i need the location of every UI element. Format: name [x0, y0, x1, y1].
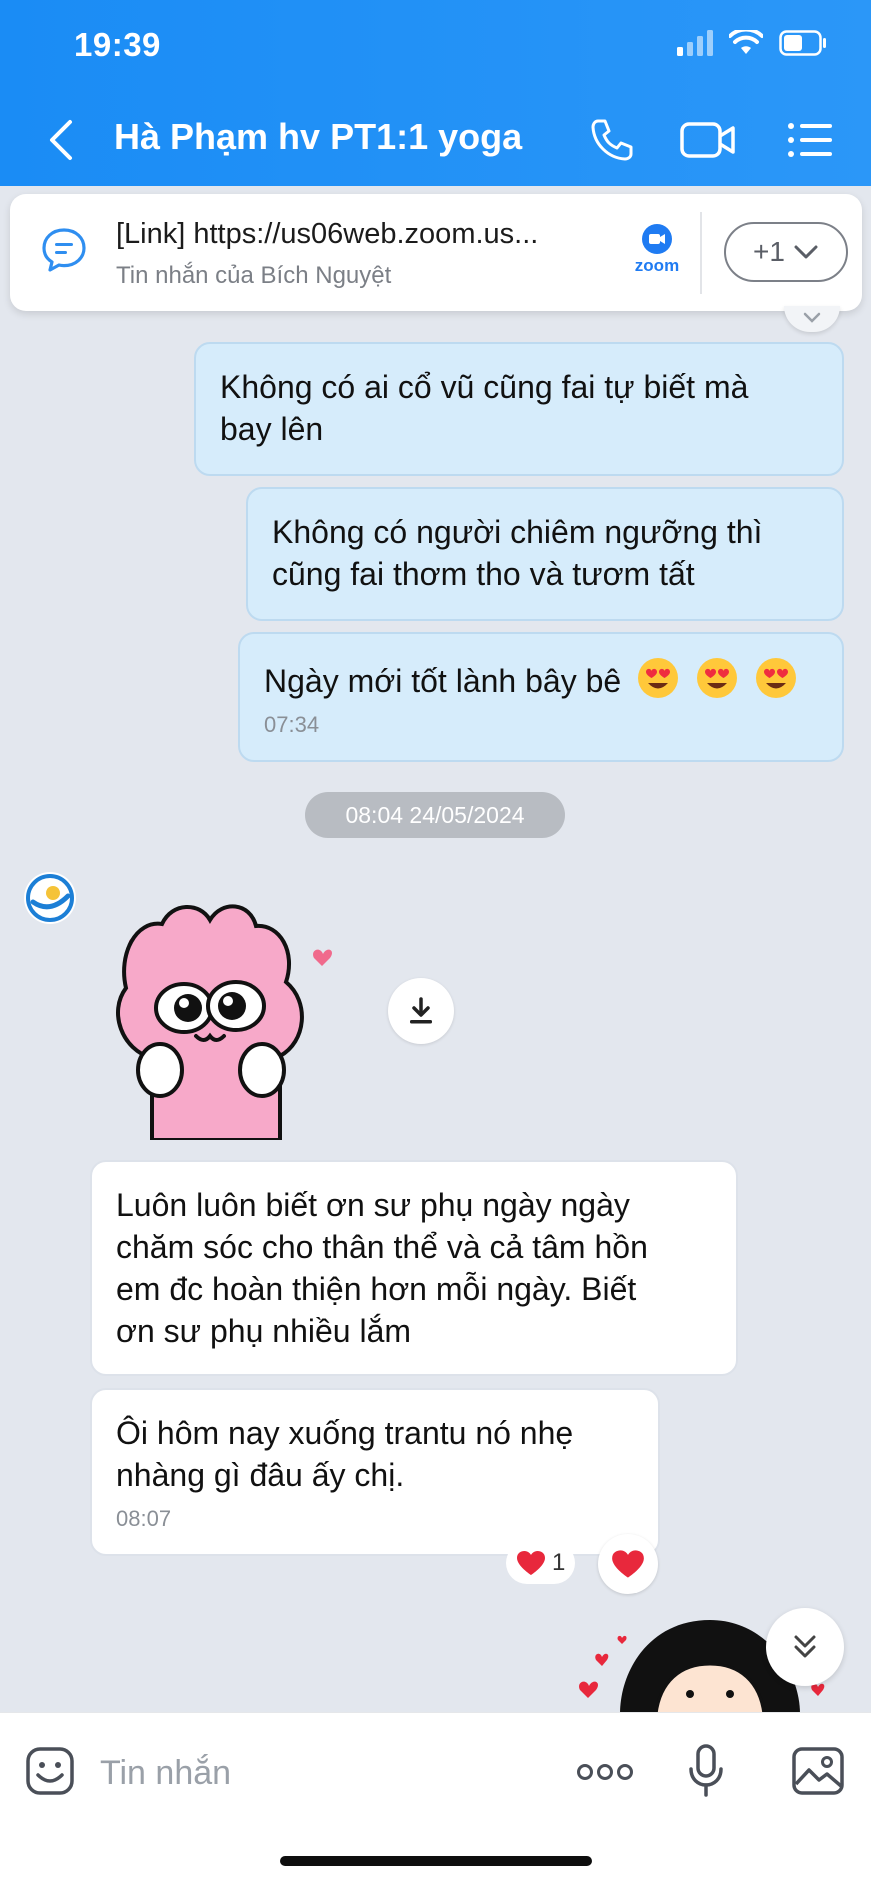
bunny-sticker-image[interactable] — [100, 890, 360, 1140]
status-icons — [677, 30, 827, 56]
heart-eyes-emoji-icon — [638, 658, 679, 698]
pinned-message-bar[interactable]: [Link] https://us06web.zoom.us... Tin nh… — [10, 194, 862, 311]
microphone-icon — [689, 1744, 723, 1797]
message-bubble-incoming[interactable]: Luôn luôn biết ơn sư phụ ngày ngày chăm … — [90, 1160, 738, 1376]
photo-button[interactable] — [788, 1741, 848, 1801]
image-icon — [792, 1747, 844, 1795]
chevron-down-icon — [794, 245, 818, 259]
smiley-sticker-icon — [26, 1747, 74, 1795]
collapse-pinned-tab[interactable] — [784, 306, 840, 332]
message-text: Ngày mới tốt lành bây bê — [264, 663, 622, 699]
red-heart-icon — [612, 1550, 644, 1578]
reaction-count: 1 — [552, 1549, 566, 1576]
heart-eyes-emoji-icon — [755, 658, 796, 698]
message-text: Không có ai cổ vũ cũng fai tự biết mà — [220, 369, 749, 405]
chevron-left-icon — [50, 120, 72, 160]
message-text: bay lên — [220, 411, 324, 447]
pinned-divider — [700, 212, 702, 294]
avatar-logo-icon — [26, 874, 74, 922]
chat-title[interactable]: Hà Phạm hv PT1:1 yoga — [114, 116, 522, 158]
menu-button[interactable] — [782, 112, 838, 168]
react-button[interactable] — [598, 1534, 658, 1594]
zoom-camera-icon — [642, 224, 672, 254]
download-icon — [410, 997, 432, 1024]
more-options-button[interactable] — [572, 1747, 638, 1797]
video-camera-icon — [680, 122, 735, 158]
scroll-to-bottom-button[interactable] — [766, 1608, 844, 1686]
status-time: 19:39 — [74, 26, 161, 63]
zoom-logo: zoom — [628, 224, 686, 284]
message-text: cũng fai thơm tho và tươm tất — [272, 556, 695, 592]
wifi-icon — [729, 30, 763, 54]
more-pinned-button[interactable]: +1 — [724, 222, 848, 282]
message-time: 08:07 — [116, 1506, 172, 1531]
voice-call-button[interactable] — [584, 112, 640, 168]
message-time: 07:34 — [264, 712, 320, 737]
more-dots-icon — [577, 1764, 633, 1780]
message-text: ơn sư phụ nhiều lắm — [116, 1313, 412, 1349]
message-text: nhàng gì đâu ấy chị. — [116, 1457, 405, 1493]
chevron-down-icon — [803, 312, 821, 323]
date-separator: 08:04 24/05/2024 — [305, 792, 565, 838]
voice-message-button[interactable] — [678, 1739, 734, 1803]
more-pinned-count: +1 — [753, 236, 785, 267]
home-indicator — [280, 1856, 592, 1866]
pinned-subtitle: Tin nhắn của Bích Nguyệt — [116, 262, 392, 289]
message-bubble-incoming[interactable]: Ôi hôm nay xuống trantu nó nhẹ nhàng gì … — [90, 1388, 660, 1556]
message-text: chăm sóc cho thân thể và cả tâm hồn — [116, 1229, 648, 1265]
chat-header: 19:39 Hà Phạm hv PT1:1 yoga — [0, 0, 871, 186]
message-bubble-outgoing[interactable]: Không có ai cổ vũ cũng fai tự biết mà ba… — [194, 342, 844, 476]
message-input[interactable] — [100, 1743, 540, 1803]
phone-icon — [591, 119, 633, 161]
sticker-button[interactable] — [22, 1743, 78, 1799]
double-chevron-down-icon — [794, 1635, 816, 1658]
message-bubble-outgoing[interactable]: Không có người chiêm ngưỡng thì cũng fai… — [246, 487, 844, 621]
download-sticker-button[interactable] — [388, 978, 454, 1044]
message-text: Luôn luôn biết ơn sư phụ ngày ngày — [116, 1187, 630, 1223]
message-text: Không có người chiêm ngưỡng thì — [272, 514, 763, 550]
battery-icon — [779, 30, 826, 56]
pinned-link-text[interactable]: [Link] https://us06web.zoom.us... — [116, 218, 538, 251]
reaction-summary[interactable]: 1 — [506, 1542, 576, 1584]
chat-bubble-icon — [42, 228, 86, 272]
zoom-label: zoom — [634, 256, 680, 275]
signal-icon — [677, 30, 713, 56]
message-text: em đc hoàn thiện hơn mỗi ngày. Biết — [116, 1271, 637, 1307]
heart-eyes-emoji-icon — [696, 658, 737, 698]
message-bubble-outgoing[interactable]: Ngày mới tốt lành bây bê 07:34 — [238, 632, 844, 762]
avatar[interactable] — [24, 872, 76, 924]
back-button[interactable] — [42, 116, 82, 164]
video-call-button[interactable] — [680, 112, 736, 168]
message-text: Ôi hôm nay xuống trantu nó nhẹ — [116, 1415, 574, 1451]
red-heart-icon — [517, 1551, 545, 1575]
list-menu-icon — [788, 123, 832, 157]
